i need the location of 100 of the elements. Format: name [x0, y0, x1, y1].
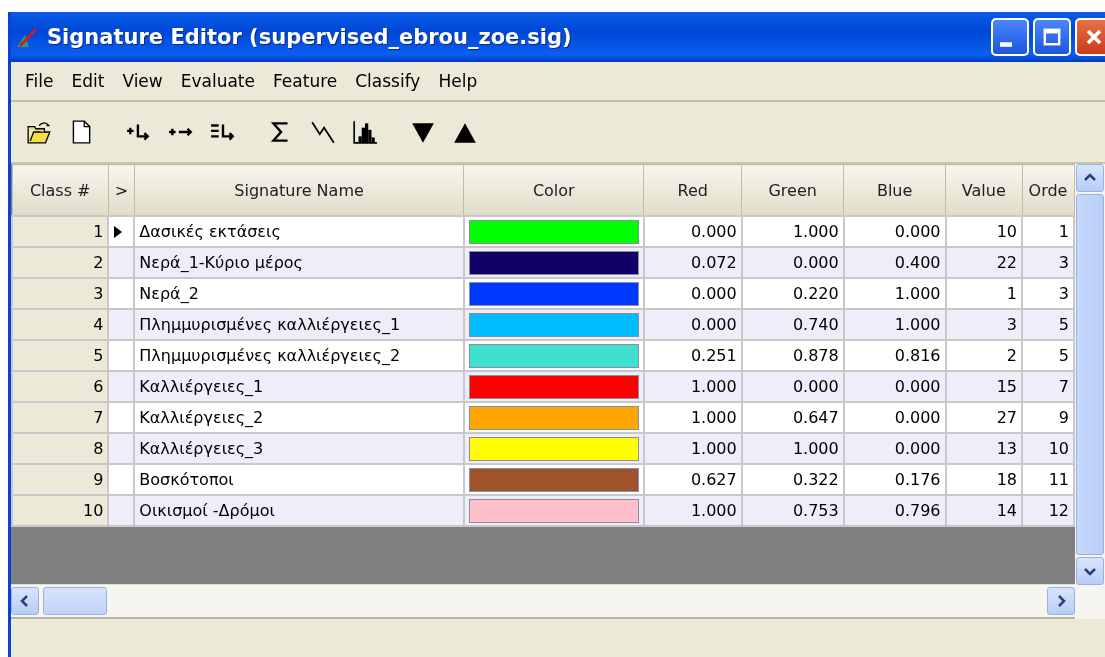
table-cell: 0.740	[741, 309, 844, 340]
menu-item[interactable]: Evaluate	[172, 71, 263, 91]
zigzag-line-icon	[310, 119, 336, 145]
scroll-left-button[interactable]	[11, 587, 39, 615]
row-header: 5	[12, 340, 109, 371]
table-cell: 0.000	[843, 402, 946, 433]
table-cell: 13	[945, 433, 1023, 464]
table-cell: 0.000	[643, 309, 742, 340]
table-cell: Δασικές εκτάσεις	[134, 216, 464, 247]
table-cell: 0.647	[741, 402, 844, 433]
table-cell: Καλλιέργειες_3	[134, 433, 464, 464]
table-cell: 0.000	[843, 216, 946, 247]
row-header: 6	[12, 371, 109, 402]
table-cell: 0.400	[843, 247, 946, 278]
vertical-scrollbar[interactable]	[1075, 164, 1105, 619]
table-cell: 0.000	[843, 433, 946, 464]
column-header[interactable]: Class #	[12, 164, 109, 216]
table-cell: 1.000	[643, 402, 742, 433]
column-header[interactable]: Green	[741, 164, 844, 216]
row-header: 2	[12, 247, 109, 278]
table-cell: 0.878	[741, 340, 844, 371]
menu-item[interactable]: Feature	[265, 71, 346, 91]
table-cell: 1.000	[643, 495, 742, 526]
minimize-icon	[1000, 41, 1012, 47]
table-cell: 0.000	[643, 278, 742, 309]
close-button[interactable]	[1075, 18, 1105, 56]
table-cell: 1	[945, 278, 1023, 309]
row-header: 7	[12, 402, 109, 433]
pencil-icon	[15, 25, 39, 49]
scroll-up-button[interactable]	[1076, 164, 1104, 192]
table-cell: 1	[1022, 216, 1074, 247]
table-cell: 0.796	[843, 495, 946, 526]
table-cell: 7	[1022, 371, 1074, 402]
table-cell: 1.000	[843, 309, 946, 340]
table-cell: Βοσκότοποι	[134, 464, 464, 495]
scroll-down-button[interactable]	[1076, 557, 1104, 585]
scroll-thumb[interactable]	[43, 587, 107, 615]
menu-item[interactable]: File	[17, 71, 62, 91]
column-header[interactable]: Value	[945, 164, 1023, 216]
table-cell: Πλημμυρισμένες καλλιέργειες_1	[134, 309, 464, 340]
row-header: 3	[12, 278, 109, 309]
window-title: Signature Editor (supervised_ebrou_zoe.sig)	[47, 25, 573, 49]
table-cell: 0.753	[741, 495, 844, 526]
horizontal-scrollbar[interactable]	[11, 584, 1075, 619]
table-cell: 10	[945, 216, 1023, 247]
table-cell: 0.816	[843, 340, 946, 371]
column-header[interactable]: >	[108, 164, 135, 216]
current-row-icon	[113, 224, 124, 239]
table-cell: Νερά_1-Κύριο μέρος	[134, 247, 464, 278]
open-folder-icon	[26, 119, 52, 145]
table-cell: 14	[945, 495, 1023, 526]
menu-item[interactable]: Edit	[63, 71, 113, 91]
table-cell: 1.000	[843, 278, 946, 309]
scroll-thumb[interactable]	[1076, 194, 1104, 555]
row-header: 8	[12, 433, 109, 464]
table-cell: 1.000	[741, 433, 844, 464]
table-cell: Καλλιέργειες_2	[134, 402, 464, 433]
row-header: 10	[12, 495, 109, 526]
table-cell: 27	[945, 402, 1023, 433]
table-cell: 10	[1022, 433, 1074, 464]
table-cell: 5	[1022, 309, 1074, 340]
column-header[interactable]: Blue	[843, 164, 946, 216]
table-cell: Οικισμοί -Δρόμοι	[134, 495, 464, 526]
table-cell: 3	[1022, 247, 1074, 278]
menu-item[interactable]: Classify	[347, 71, 429, 91]
table-cell: 11	[1022, 464, 1074, 495]
table-cell: 9	[1022, 402, 1074, 433]
scroll-right-button[interactable]	[1047, 587, 1075, 615]
row-header: 1	[12, 216, 109, 247]
table-cell: 0.072	[643, 247, 742, 278]
menu-item[interactable]: View	[114, 71, 171, 91]
table-cell: 0.322	[741, 464, 844, 495]
menu-item[interactable]: Help	[430, 71, 486, 91]
table-cell: 2	[945, 340, 1023, 371]
row-header: 4	[12, 309, 109, 340]
column-header[interactable]: Color	[463, 164, 644, 216]
table-cell: 0.000	[843, 371, 946, 402]
table-cell: 0.220	[741, 278, 844, 309]
table-cell: 0.627	[643, 464, 742, 495]
table-cell: 0.176	[843, 464, 946, 495]
table-cell: 1.000	[643, 433, 742, 464]
table-cell: 5	[1022, 340, 1074, 371]
table-cell: 3	[945, 309, 1023, 340]
minimize-button[interactable]	[991, 18, 1029, 56]
row-header: 9	[12, 464, 109, 495]
table-cell: Καλλιέργειες_1	[134, 371, 464, 402]
column-header[interactable]: Orde	[1022, 164, 1074, 216]
table-cell: 0.251	[643, 340, 742, 371]
table-cell: 18	[945, 464, 1023, 495]
maximize-button[interactable]	[1033, 18, 1071, 56]
histogram-icon	[352, 119, 378, 145]
table-cell: 3	[1022, 278, 1074, 309]
table-cell: 0.000	[741, 247, 844, 278]
table-cell: 1.000	[643, 371, 742, 402]
table-cell: 0.000	[643, 216, 742, 247]
table-cell: 15	[945, 371, 1023, 402]
table-cell: 0.000	[741, 371, 844, 402]
table-cell: 22	[945, 247, 1023, 278]
column-header[interactable]: Red	[643, 164, 742, 216]
column-header[interactable]: Signature Name	[134, 164, 464, 216]
